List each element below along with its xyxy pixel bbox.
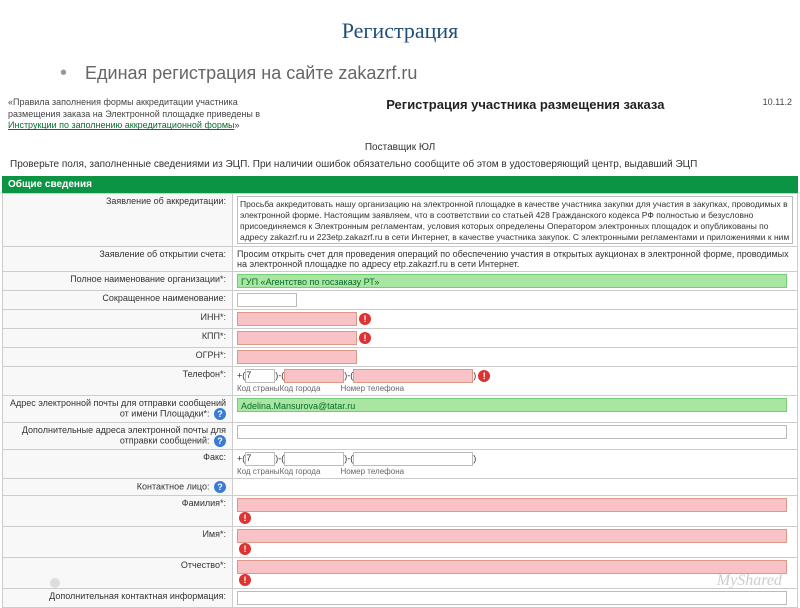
top-row: «Правила заполнения формы аккредитации у… bbox=[2, 93, 798, 136]
row-email2: Дополнительные адреса электронной почты … bbox=[3, 423, 798, 450]
phone-country-input[interactable]: 7 bbox=[245, 369, 275, 383]
ogrn-input[interactable] bbox=[237, 350, 357, 364]
phone-hint-number: Номер телефона bbox=[340, 384, 404, 393]
help-icon[interactable]: ? bbox=[214, 481, 226, 493]
fax-hint-number: Номер телефона bbox=[340, 467, 404, 476]
error-icon: ! bbox=[239, 512, 251, 524]
label-middlename: Отчество*: bbox=[3, 558, 233, 589]
date: 10.11.2 bbox=[763, 97, 792, 107]
label-firstname: Имя*: bbox=[3, 527, 233, 558]
label-addinfo: Дополнительная контактная информация: bbox=[3, 589, 233, 608]
addinfo-input[interactable] bbox=[237, 591, 787, 605]
lastname-input[interactable] bbox=[237, 498, 787, 512]
error-icon: ! bbox=[359, 332, 371, 344]
label-ogrn: ОГРН*: bbox=[3, 348, 233, 367]
watermark: MyShared bbox=[717, 572, 782, 590]
label-phone: Телефон*: bbox=[3, 367, 233, 396]
row-inn: ИНН*: ! bbox=[3, 310, 798, 329]
row-ogrn: ОГРН*: bbox=[3, 348, 798, 367]
row-accred: Заявление об аккредитации: Просьба аккре… bbox=[3, 194, 798, 247]
row-shortname: Сокращенное наименование: bbox=[3, 291, 798, 310]
error-icon: ! bbox=[478, 370, 490, 382]
email-input[interactable]: Adelina.Mansurova@tatar.ru bbox=[237, 398, 787, 412]
inn-input[interactable] bbox=[237, 312, 357, 326]
row-orgname: Полное наименование организации*: ГУП «А… bbox=[3, 272, 798, 291]
kpp-input[interactable] bbox=[237, 331, 357, 345]
phone-hint-country: Код страны bbox=[237, 384, 280, 393]
accred-textarea[interactable]: Просьба аккредитовать нашу организацию н… bbox=[237, 196, 793, 244]
section-header: Общие сведения bbox=[2, 176, 798, 193]
label-kpp: КПП*: bbox=[3, 329, 233, 348]
error-icon: ! bbox=[359, 313, 371, 325]
rules-post: » bbox=[235, 120, 240, 130]
form-area: «Правила заполнения формы аккредитации у… bbox=[0, 93, 800, 608]
form-page-title: Регистрация участника размещения заказа bbox=[288, 97, 763, 112]
fax-number-input[interactable] bbox=[353, 452, 473, 466]
label-orgname: Полное наименование организации*: bbox=[3, 272, 233, 291]
account-text: Просим открыть счет для проведения опера… bbox=[233, 247, 798, 272]
phone-hint-city: Код города bbox=[280, 384, 321, 393]
orgname-input[interactable]: ГУП «Агентство по госзаказу РТ» bbox=[237, 274, 787, 288]
slide-subtitle: Единая регистрация на сайте zakazrf.ru bbox=[0, 54, 800, 93]
row-fax: Факс: +(7)-()-() Код страныКод города Но… bbox=[3, 450, 798, 479]
provider-label: Поставщик ЮЛ bbox=[2, 136, 798, 155]
row-account: Заявление об открытии счета: Просим откр… bbox=[3, 247, 798, 272]
label-accred: Заявление об аккредитации: bbox=[3, 194, 233, 247]
middlename-input[interactable] bbox=[237, 560, 787, 574]
help-icon[interactable]: ? bbox=[214, 435, 226, 447]
rules-text: «Правила заполнения формы аккредитации у… bbox=[8, 97, 288, 132]
fax-hint-country: Код страны bbox=[237, 467, 280, 476]
label-shortname: Сокращенное наименование: bbox=[3, 291, 233, 310]
fax-country-input[interactable]: 7 bbox=[245, 452, 275, 466]
fax-hint-city: Код города bbox=[280, 467, 321, 476]
shortname-input[interactable] bbox=[237, 293, 297, 307]
label-contact: Контактное лицо: ? bbox=[3, 479, 233, 496]
label-email: Адрес электронной почты для отправки соо… bbox=[3, 396, 233, 423]
row-addinfo: Дополнительная контактная информация: bbox=[3, 589, 798, 608]
error-icon: ! bbox=[239, 574, 251, 586]
label-inn: ИНН*: bbox=[3, 310, 233, 329]
error-icon: ! bbox=[239, 543, 251, 555]
row-phone: Телефон*: +(7)-()-()! Код страныКод горо… bbox=[3, 367, 798, 396]
row-lastname: Фамилия*: ! bbox=[3, 496, 798, 527]
slide-title: Регистрация bbox=[0, 0, 800, 54]
form-table: Заявление об аккредитации: Просьба аккре… bbox=[2, 193, 798, 608]
phone-city-input[interactable] bbox=[284, 369, 344, 383]
row-kpp: КПП*: ! bbox=[3, 329, 798, 348]
email2-input[interactable] bbox=[237, 425, 787, 439]
rules-link[interactable]: Инструкции по заполнению аккредитационно… bbox=[8, 120, 235, 130]
label-email2: Дополнительные адреса электронной почты … bbox=[3, 423, 233, 450]
phone-number-input[interactable] bbox=[353, 369, 473, 383]
firstname-input[interactable] bbox=[237, 529, 787, 543]
help-icon[interactable]: ? bbox=[214, 408, 226, 420]
rules-pre: «Правила заполнения формы аккредитации у… bbox=[8, 97, 260, 119]
row-contact: Контактное лицо: ? bbox=[3, 479, 798, 496]
row-firstname: Имя*: ! bbox=[3, 527, 798, 558]
label-account: Заявление об открытии счета: bbox=[3, 247, 233, 272]
label-lastname: Фамилия*: bbox=[3, 496, 233, 527]
row-middlename: Отчество*: ! bbox=[3, 558, 798, 589]
slide-indicator bbox=[50, 578, 60, 588]
row-email: Адрес электронной почты для отправки соо… bbox=[3, 396, 798, 423]
label-fax: Факс: bbox=[3, 450, 233, 479]
fax-city-input[interactable] bbox=[284, 452, 344, 466]
warning-text: Проверьте поля, заполненные сведениями и… bbox=[2, 155, 798, 176]
